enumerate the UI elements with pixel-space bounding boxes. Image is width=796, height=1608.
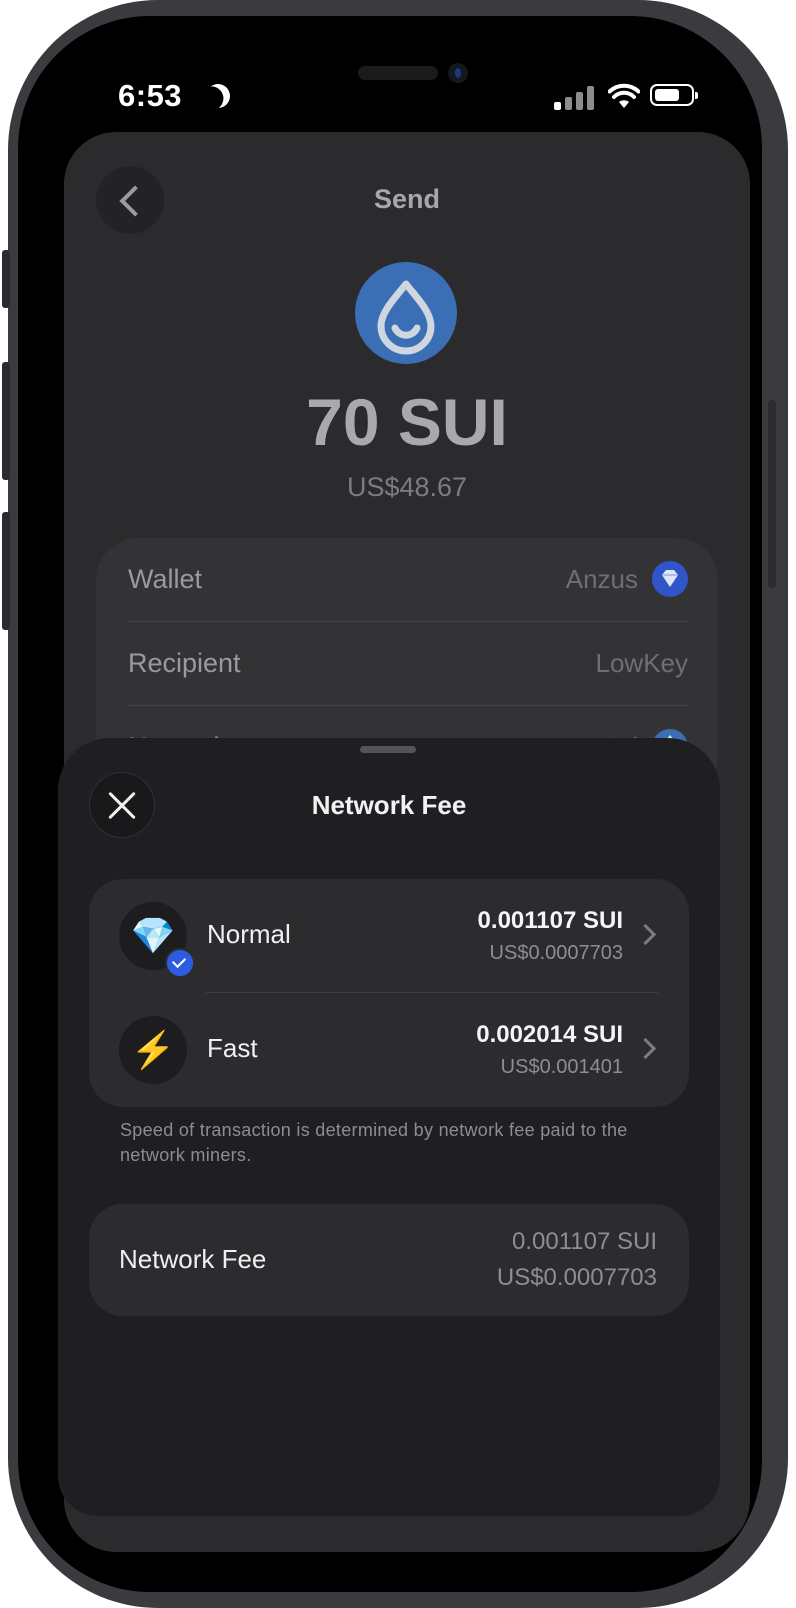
sheet-title: Network Fee [311, 790, 467, 820]
send-fiat-amount: US$48.67 [346, 472, 468, 502]
fee-option-amount: 0.002014 SUI [476, 1021, 623, 1048]
diamond-icon [652, 561, 688, 597]
recipient-value: LowKey [595, 648, 689, 678]
fee-option-amount: 0.001107 SUI [477, 907, 623, 934]
send-amount: 70 SUI [306, 385, 508, 459]
mute-switch [2, 250, 10, 308]
network-fee-sheet: Network Fee 💎 Normal 0.001107 SUI US$0.0… [58, 738, 720, 1516]
recipient-row[interactable]: Recipient LowKey [128, 622, 688, 706]
summary-label: Network Fee [119, 1244, 267, 1274]
fee-options-list: 💎 Normal 0.001107 SUI US$0.0007703 ⚡ Fas… [89, 879, 689, 1107]
dynamic-island [358, 66, 438, 80]
network-fee-summary: Network Fee 0.001107 SUI US$0.0007703 [89, 1204, 689, 1316]
fee-option-fast[interactable]: ⚡ Fast 0.002014 SUI US$0.001401 [89, 993, 689, 1107]
sui-coin-icon [355, 262, 457, 364]
fee-hint-text: Speed of transaction is determined by ne… [120, 1120, 628, 1165]
wallet-label: Wallet [128, 564, 203, 594]
moon-icon [203, 81, 234, 112]
wifi-icon [608, 83, 640, 108]
wallet-row[interactable]: Wallet Anzus [128, 538, 688, 622]
volume-up-button [2, 362, 10, 480]
camera-icon [448, 63, 468, 83]
summary-amount: 0.001107 SUI [512, 1228, 657, 1255]
phone-screen: 6:53 Send 70 SUI US$48.67 Wallet Anzus R… [18, 16, 762, 1592]
sheet-grabber[interactable] [360, 746, 416, 753]
checkmark-icon [165, 948, 195, 978]
volume-down-button [2, 512, 10, 630]
wallet-value: Anzus [565, 564, 638, 594]
summary-fiat: US$0.0007703 [496, 1264, 657, 1291]
power-button [768, 400, 776, 588]
chevron-right-icon [634, 1037, 657, 1060]
fee-option-normal[interactable]: 💎 Normal 0.001107 SUI US$0.0007703 [89, 879, 689, 993]
battery-icon [650, 84, 698, 106]
fee-option-label: Fast [207, 1033, 258, 1063]
recipient-label: Recipient [128, 648, 241, 678]
page-title: Send [373, 184, 440, 214]
cellular-signal-icon [554, 86, 596, 110]
fee-option-fiat: US$0.0007703 [489, 942, 623, 964]
fee-option-fiat: US$0.001401 [500, 1056, 623, 1078]
status-time: 6:53 [118, 78, 183, 113]
fee-option-label: Normal [207, 919, 291, 949]
chevron-right-icon [634, 923, 657, 946]
lightning-icon: ⚡ [119, 1016, 187, 1084]
